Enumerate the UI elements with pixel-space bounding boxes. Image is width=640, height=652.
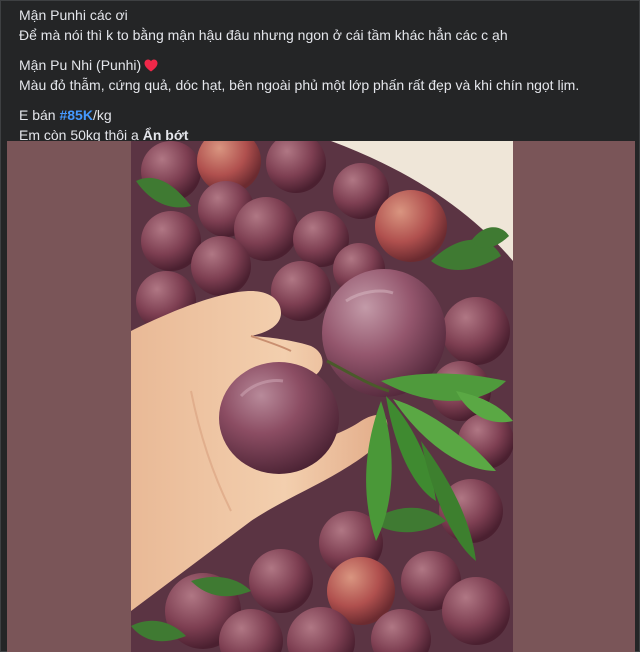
post-media[interactable] (7, 141, 635, 652)
variety-name: Mận Pu Nhi (Punhi) (19, 57, 142, 73)
price-prefix: E bán (19, 107, 60, 123)
post-line-variety: Mận Pu Nhi (Punhi) (19, 55, 629, 75)
post-line-description: Màu đỏ thẫm, cứng quả, dóc hạt, bên ngoà… (19, 77, 580, 93)
post-message: Mận Punhi các ơi Để mà nói thì k to bằng… (19, 5, 629, 145)
red-heart-icon (144, 57, 158, 72)
plum-photo[interactable] (131, 141, 513, 652)
post-line-title: Mận Punhi các ơi (19, 7, 128, 23)
price-suffix: /kg (92, 107, 112, 123)
post-line-price: E bán #85K/kg (19, 105, 629, 125)
post-card: Mận Punhi các ơi Để mà nói thì k to bằng… (0, 0, 640, 652)
price-hashtag-link[interactable]: #85K (59, 107, 92, 123)
plum-photo-illustration (131, 141, 513, 652)
post-line-intro: Để mà nói thì k to bằng mận hậu đâu nhưn… (19, 27, 508, 43)
held-plum-small (219, 362, 339, 474)
